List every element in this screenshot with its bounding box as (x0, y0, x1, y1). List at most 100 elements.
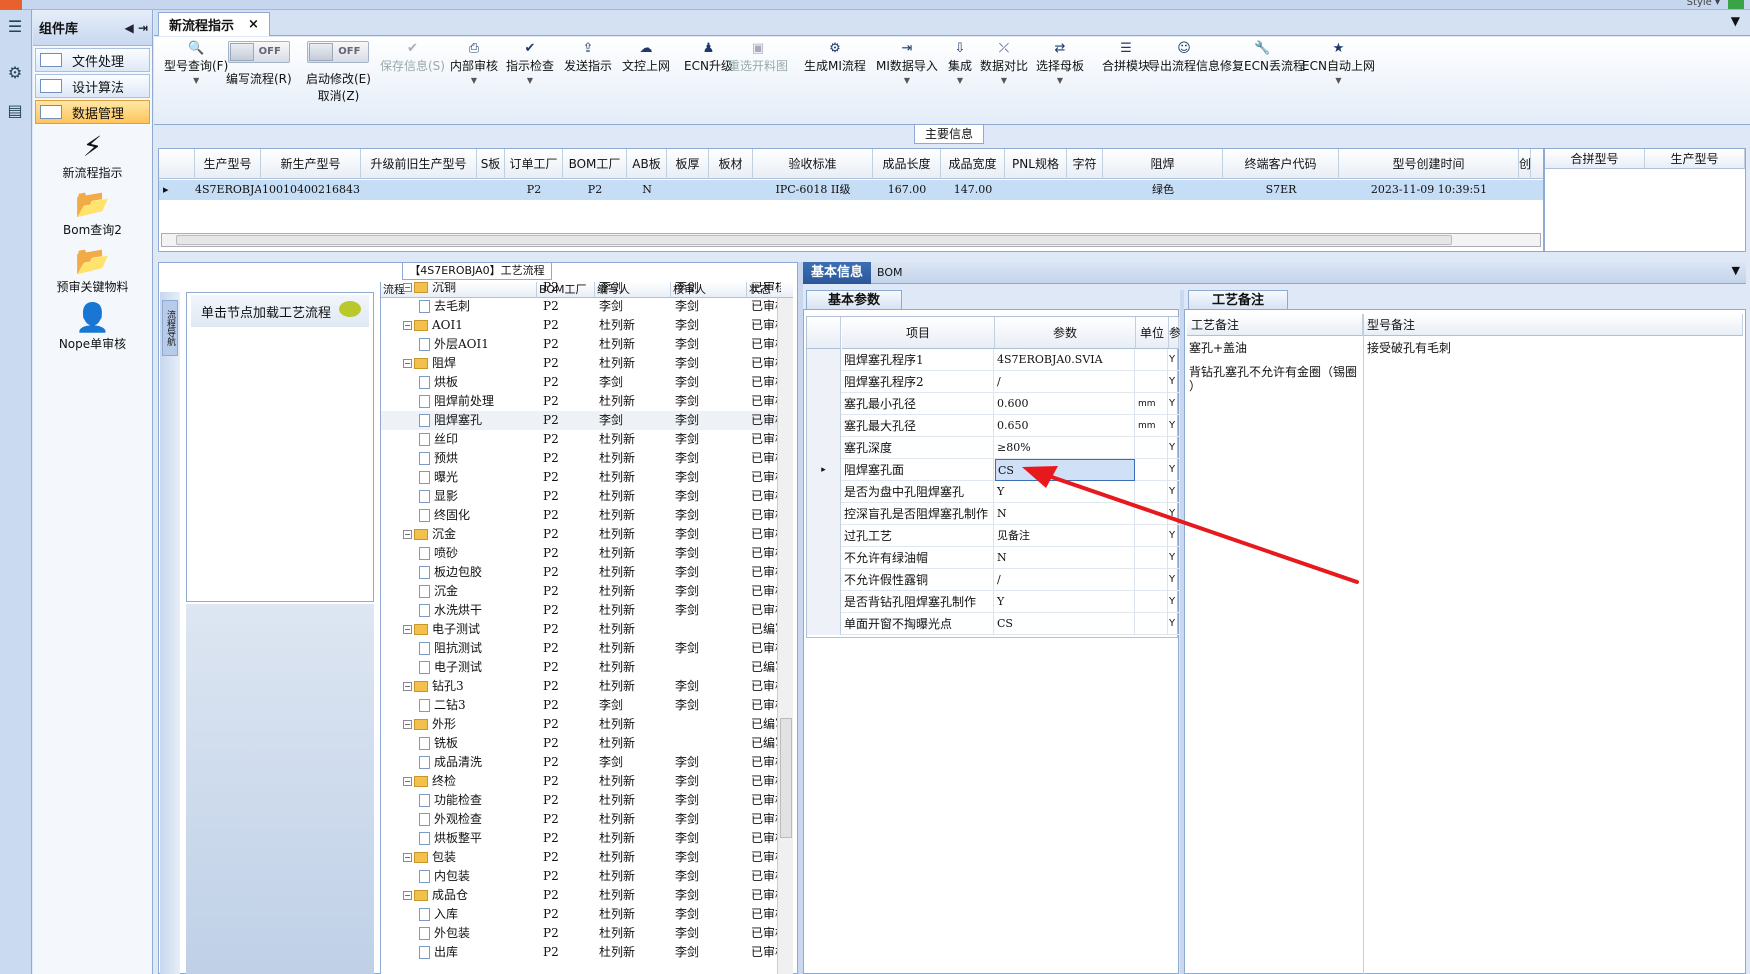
cell[interactable]: P2 (505, 180, 563, 200)
cell[interactable]: N (627, 180, 667, 200)
table-row[interactable]: ▸4S7EROBJA010010400216843P2P2NIPC-6018 I… (159, 180, 1543, 200)
expand-toggle-icon[interactable]: − (403, 891, 412, 900)
scrollbar-thumb[interactable] (780, 718, 792, 838)
column-header[interactable]: 成品长度 (873, 149, 941, 179)
tree-row[interactable]: 阻焊前处理P2杜列新李剑已审核 (381, 392, 781, 411)
column-header[interactable]: 新生产型号 (261, 149, 361, 179)
chevron-down-icon[interactable]: ▼ (1732, 264, 1740, 277)
ribbon-item-5[interactable]: ✔ 指示检查 ▼ (506, 41, 554, 85)
column-header[interactable]: 成品宽度 (941, 149, 1005, 179)
param-value[interactable]: Y (995, 481, 1135, 503)
ribbon-item-1[interactable]: OFF 编写流程(R) (226, 41, 292, 87)
tree-row[interactable]: 外观检查P2杜列新李剑已审核 (381, 810, 781, 829)
tree-row[interactable]: −AOI1P2杜列新李剑已审核 (381, 316, 781, 335)
tree-node[interactable]: 外观检查 (419, 810, 543, 829)
tree-node[interactable]: 沉金 (419, 582, 543, 601)
param-value[interactable]: / (995, 371, 1135, 393)
ribbon-item-18[interactable]: ★ ECN自动上网 ▼ (1302, 41, 1375, 85)
param-value[interactable]: CS (995, 459, 1135, 481)
param-value[interactable]: 0.600 (995, 393, 1135, 415)
param-value[interactable]: Y (995, 591, 1135, 613)
tree-node[interactable]: 水洗烘干 (419, 601, 543, 620)
column-header[interactable]: 生产型号 (195, 149, 261, 179)
param-row[interactable]: 过孔工艺 见备注 Y (807, 525, 1179, 547)
tree-row[interactable]: 铣板P2杜列新已编写 (381, 734, 781, 753)
tree-row[interactable]: −成品仓P2杜列新李剑已审核 (381, 886, 781, 905)
chevron-down-icon[interactable]: ▼ (1731, 14, 1740, 28)
param-row[interactable]: 塞孔最小孔径 0.600 mm Y (807, 393, 1179, 415)
column-header[interactable]: 升级前旧生产型号 (361, 149, 477, 179)
tree-node[interactable]: − 钻孔3 (403, 677, 543, 696)
tree-node[interactable]: 二钻3 (419, 696, 543, 715)
process-remark-line-3[interactable]: ） (1189, 378, 1359, 394)
tree-node[interactable]: 预烘 (419, 449, 543, 468)
tree-node[interactable]: 喷砂 (419, 544, 543, 563)
param-value[interactable]: 见备注 (995, 525, 1135, 547)
close-icon[interactable]: × (248, 17, 259, 32)
tree-row[interactable]: 板边包胶P2杜列新李剑已审核 (381, 563, 781, 582)
tree-row[interactable]: 功能检查P2杜列新李剑已审核 (381, 791, 781, 810)
chevron-down-icon[interactable]: ▼ (450, 76, 498, 85)
tree-node[interactable]: 铣板 (419, 734, 543, 753)
chevron-down-icon[interactable]: ▼ (1036, 76, 1084, 85)
cell[interactable] (667, 180, 709, 200)
ribbon-item-12[interactable]: ⇩ 集成 ▼ (948, 41, 972, 85)
column-header[interactable]: 创 (1519, 149, 1531, 179)
param-row[interactable]: 控深盲孔是否阻焊塞孔制作 N Y (807, 503, 1179, 525)
column-header[interactable]: 订单工厂 (505, 149, 563, 179)
tree-node[interactable]: 烘板 (419, 373, 543, 392)
param-value[interactable]: N (995, 547, 1135, 569)
param-row[interactable]: 是否背钻孔阻焊塞孔制作 Y Y (807, 591, 1179, 613)
chevron-down-icon[interactable]: ▼ (506, 76, 554, 85)
chevron-down-icon[interactable]: ▼ (876, 76, 938, 85)
tree-row[interactable]: −阻焊P2杜列新李剑已审核 (381, 354, 781, 373)
tree-row[interactable]: 去毛刺P2李剑李剑已审核 (381, 297, 781, 316)
tree-row[interactable]: 外层AOI1P2杜列新李剑已审核 (381, 335, 781, 354)
cell[interactable] (1005, 180, 1067, 200)
column-header[interactable]: 终端客户代码 (1223, 149, 1339, 179)
param-row[interactable]: 塞孔最大孔径 0.650 mm Y (807, 415, 1179, 437)
chevron-down-icon[interactable]: ▼ (1302, 76, 1375, 85)
cell[interactable]: 绿色 (1103, 180, 1223, 200)
column-header[interactable]: 板厚 (667, 149, 709, 179)
expand-toggle-icon[interactable]: − (403, 625, 412, 634)
ribbon-item-8[interactable]: ♟ ECN升级 (684, 41, 733, 74)
tree-row[interactable]: 出库P2杜列新李剑已审核 (381, 943, 781, 962)
tree-row[interactable]: 丝印P2杜列新李剑已审核 (381, 430, 781, 449)
expand-toggle-icon[interactable]: − (403, 321, 412, 330)
tree-row[interactable]: 喷砂P2杜列新李剑已审核 (381, 544, 781, 563)
nav-item-0[interactable]: 文件处理 (35, 48, 150, 72)
tool-3[interactable]: 👤 Nope单审核 (33, 301, 152, 352)
model-remark-text[interactable]: 接受破孔有毛刺 (1367, 340, 1737, 356)
tree-node[interactable]: − AOI1 (403, 316, 543, 335)
param-column-header[interactable]: 项目 (842, 317, 995, 349)
column-header[interactable]: 字符 (1067, 149, 1103, 179)
param-row[interactable]: 是否为盘中孔阻焊塞孔 Y Y (807, 481, 1179, 503)
param-column-header[interactable]: 参 (1169, 317, 1181, 349)
tool-1[interactable]: 📂 Bom查询2 (33, 187, 152, 238)
tree-node[interactable]: 板边包胶 (419, 563, 543, 582)
tree-row[interactable]: 电子测试P2杜列新已编写 (381, 658, 781, 677)
cell[interactable]: 167.00 (873, 180, 941, 200)
tree-row[interactable]: 烘板整平P2杜列新李剑已审核 (381, 829, 781, 848)
tree-node[interactable]: − 电子测试 (403, 620, 543, 639)
vertical-scrollbar[interactable] (777, 298, 793, 974)
tree-node[interactable]: 出库 (419, 943, 543, 962)
column-header[interactable]: 验收标准 (753, 149, 873, 179)
toggle-switch[interactable]: OFF (307, 41, 370, 63)
param-row[interactable]: 不允许有绿油帽 N Y (807, 547, 1179, 569)
chevron-down-icon[interactable]: ▼ (948, 76, 972, 85)
tab-bom[interactable]: BOM (877, 262, 903, 284)
hamburger-menu-icon[interactable]: ☰ (4, 16, 26, 38)
tab-new-flow[interactable]: 新流程指示 × (158, 12, 270, 36)
tree-row[interactable]: −包装P2杜列新李剑已审核 (381, 848, 781, 867)
tree-node[interactable]: 入库 (419, 905, 543, 924)
ribbon-item-9[interactable]: ▣ 重选开料图 (728, 41, 788, 74)
param-row[interactable]: 单面开窗不掏曝光点 CS Y (807, 613, 1179, 635)
tree-row[interactable]: −外形P2杜列新已编写 (381, 715, 781, 734)
cell[interactable]: 4S7EROBJA0 (195, 180, 261, 200)
collapse-arrows-icon[interactable]: ◀ ⇥ (125, 21, 148, 35)
tree-node[interactable]: 曝光 (419, 468, 543, 487)
ribbon-item-11[interactable]: ⇥ MI数据导入 ▼ (876, 41, 938, 85)
tree-row[interactable]: 阻抗测试P2杜列新李剑已审核 (381, 639, 781, 658)
